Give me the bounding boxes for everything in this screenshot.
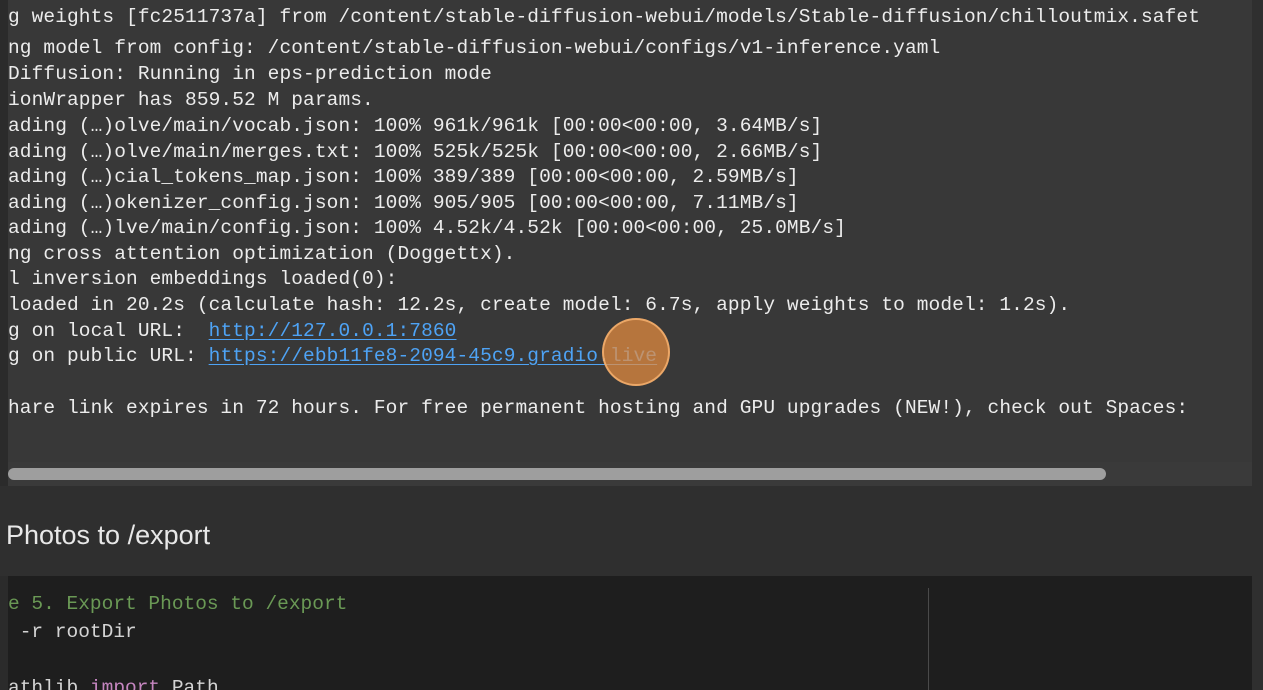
section-header: Photos to /export [0,486,1263,576]
code-text: Path [160,677,219,690]
local-url-label: g on local URL: [8,320,209,342]
terminal-output: g weights [fc2511737a] from /content/sta… [8,0,1252,462]
log-line: ading (…)lve/main/config.json: 100% 4.52… [8,217,846,239]
scrollbar-thumb[interactable] [8,468,1106,480]
code-keyword: import [89,677,161,690]
code-text: athlib [8,677,90,690]
horizontal-scrollbar[interactable] [8,462,1252,486]
log-line: g weights [fc2511737a] from /content/sta… [8,6,1200,28]
right-gutter [1252,0,1263,690]
log-line: ading (…)olve/main/vocab.json: 100% 961k… [8,115,823,137]
code-cell[interactable]: e 5. Export Photos to /export -r rootDir… [8,576,1252,690]
log-line: ading (…)okenizer_config.json: 100% 905/… [8,192,799,214]
local-url-line: g on local URL: http://127.0.0.1:7860 [8,318,456,344]
log-line: ionWrapper has 859.52 M params. [8,89,374,111]
public-url-label: g on public URL: [8,345,209,367]
log-line: ng model from config: /content/stable-di… [8,37,941,59]
local-url-link[interactable]: http://127.0.0.1:7860 [209,320,457,342]
log-line: ading (…)olve/main/merges.txt: 100% 525k… [8,141,823,163]
public-url-line: g on public URL: https://ebb11fe8-2094-4… [8,343,657,369]
click-highlight [602,318,670,386]
log-line: loaded in 20.2s (calculate hash: 12.2s, … [8,294,1071,316]
public-url-link[interactable]: https://ebb11fe8-2094-45c9.gradio.live [209,345,657,367]
log-line: ading (…)cial_tokens_map.json: 100% 389/… [8,166,799,188]
section-title: Photos to /export [6,520,211,550]
code-comment-line: e 5. Export Photos to /export [8,593,348,615]
log-line: l inversion embeddings loaded(0): [8,268,398,290]
code-line: -r rootDir [8,621,137,643]
log-line: ng cross attention optimization (Doggett… [8,243,516,265]
share-notice-line: hare link expires in 72 hours. For free … [8,397,1189,419]
code-cell-divider [928,588,929,690]
log-line: Diffusion: Running in eps-prediction mod… [8,63,492,85]
code-line: athlib import Path [8,674,219,690]
colab-window: g weights [fc2511737a] from /content/sta… [0,0,1263,690]
